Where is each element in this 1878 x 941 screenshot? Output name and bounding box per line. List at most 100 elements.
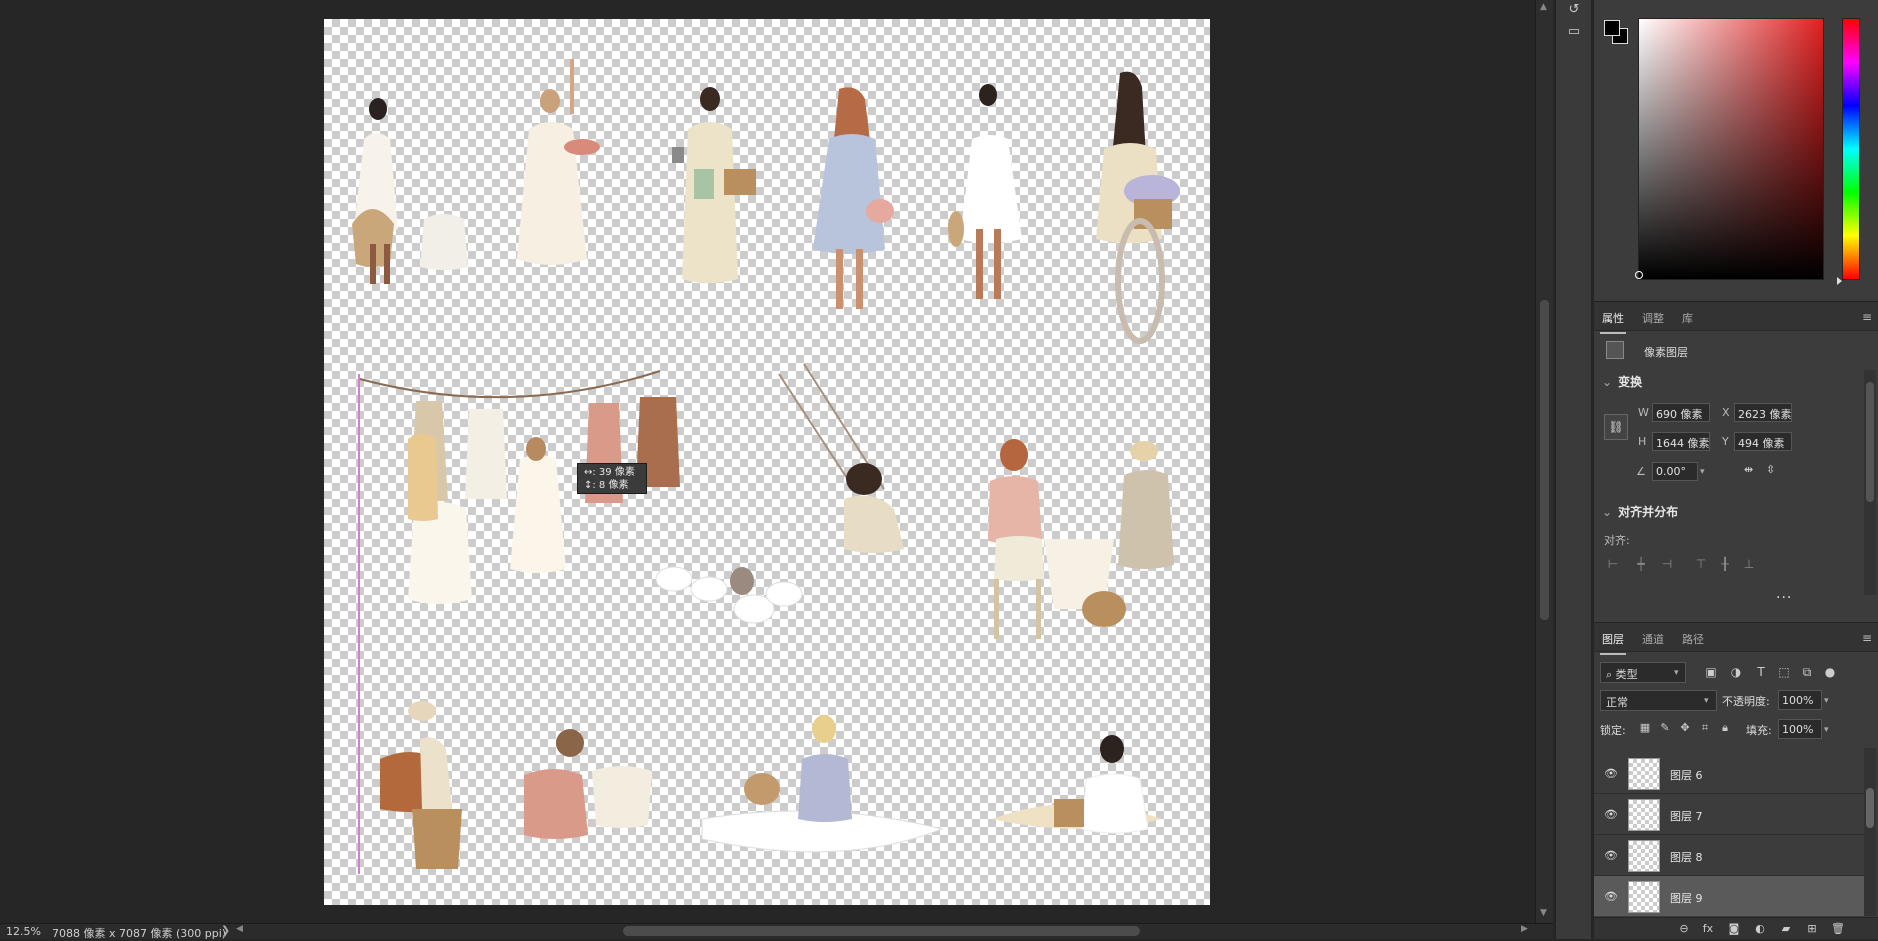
swing-figure: [778, 363, 904, 553]
lock-paint-icon[interactable]: ✎: [1658, 721, 1672, 735]
collapse-chevron-icon[interactable]: ⌄: [1602, 505, 1612, 519]
lock-position-icon[interactable]: ✥: [1678, 721, 1692, 735]
status-menu-chevron-icon[interactable]: ❯: [221, 924, 230, 937]
visibility-eye-icon[interactable]: 👁︎: [1604, 849, 1618, 862]
tab-layers[interactable]: 图层: [1600, 631, 1626, 655]
visibility-eye-icon[interactable]: 👁︎: [1604, 767, 1618, 780]
filter-dropdown-icon[interactable]: ▾: [1674, 668, 1679, 678]
height-field[interactable]: 1644 像素: [1652, 432, 1710, 451]
align-left-icon[interactable]: ⊢: [1606, 557, 1620, 571]
flip-horizontal-icon[interactable]: ⇹: [1744, 463, 1753, 476]
blend-dropdown-icon[interactable]: ▾: [1704, 696, 1709, 706]
figure-row1-3: [672, 87, 756, 283]
tab-properties[interactable]: 属性: [1600, 310, 1626, 334]
align-middle-v-icon[interactable]: ╂: [1718, 557, 1732, 571]
more-options-icon[interactable]: ...: [1776, 586, 1792, 602]
align-top-icon[interactable]: ⊤: [1694, 557, 1708, 571]
canvas-horizontal-scrollbar[interactable]: ◀ ▶: [236, 924, 1536, 937]
pixel-layer-icon: [1606, 341, 1624, 359]
filter-toggle-icon[interactable]: ●: [1823, 665, 1837, 679]
opacity-field[interactable]: 100%: [1778, 690, 1822, 710]
color-saturation-field[interactable]: [1635, 18, 1824, 280]
selection-guide-line: [358, 374, 360, 874]
angle-icon: ∠: [1636, 465, 1646, 478]
fill-dropdown-icon[interactable]: ▾: [1824, 725, 1829, 735]
align-right-icon[interactable]: ⊣: [1660, 557, 1674, 571]
delete-layer-icon[interactable]: 🗑︎: [1830, 922, 1846, 936]
lock-transparent-icon[interactable]: ▦: [1638, 721, 1652, 735]
hue-slider[interactable]: [1837, 18, 1860, 285]
layer-name[interactable]: 图层 9: [1670, 890, 1703, 906]
scroll-right-icon[interactable]: ▶: [1521, 924, 1528, 934]
figure-row1-6: [1096, 71, 1180, 344]
foreground-color-swatch[interactable]: [1604, 20, 1620, 36]
angle-field[interactable]: 0.00°: [1652, 462, 1698, 481]
filter-shape-icon[interactable]: ⬚: [1777, 665, 1791, 679]
tab-adjustments[interactable]: 调整: [1642, 310, 1664, 326]
align-center-h-icon[interactable]: ┿: [1634, 557, 1648, 571]
document-canvas[interactable]: ↔: 39 像素 ↕: 8 像素: [324, 19, 1210, 905]
filter-smart-object-icon[interactable]: ⧉: [1800, 665, 1814, 679]
link-layers-icon[interactable]: ⊖: [1676, 922, 1692, 936]
layer-name[interactable]: 图层 8: [1670, 849, 1703, 865]
layer-row[interactable]: 👁︎ 图层 8: [1594, 835, 1864, 876]
x-field[interactable]: 2623 像素: [1734, 403, 1792, 422]
layer-thumbnail[interactable]: [1628, 840, 1660, 872]
layer-row-selected[interactable]: 👁︎ 图层 9: [1594, 876, 1864, 916]
horizontal-scroll-thumb[interactable]: [623, 926, 1140, 936]
layers-list: 👁︎ 图层 6 👁︎ 图层 7 👁︎ 图层 8 👁︎ 图层 9: [1594, 748, 1864, 916]
comment-icon[interactable]: ▭: [1566, 24, 1582, 40]
y-field[interactable]: 494 像素: [1734, 432, 1792, 451]
new-layer-icon[interactable]: ⊞: [1804, 922, 1820, 936]
vertical-scroll-thumb[interactable]: [1540, 300, 1549, 620]
collapse-chevron-icon[interactable]: ⌄: [1602, 375, 1612, 389]
add-mask-icon[interactable]: ◙: [1726, 922, 1742, 936]
figure-row1-1: [352, 98, 468, 284]
scroll-left-icon[interactable]: ◀: [236, 924, 243, 934]
filter-adjustment-icon[interactable]: ◑: [1729, 665, 1743, 679]
lock-artboard-icon[interactable]: ⌗: [1698, 721, 1712, 735]
angle-dropdown-icon[interactable]: ▾: [1700, 467, 1705, 477]
canvas-vertical-scrollbar[interactable]: ▲ ▼: [1535, 0, 1553, 923]
scroll-down-icon[interactable]: ▼: [1540, 908, 1547, 918]
filter-pixel-icon[interactable]: ▣: [1704, 665, 1718, 679]
width-field[interactable]: 690 像素: [1652, 403, 1710, 422]
visibility-eye-icon[interactable]: 👁︎: [1604, 808, 1618, 821]
tab-libraries[interactable]: 库: [1682, 310, 1693, 326]
layer-thumbnail[interactable]: [1628, 881, 1660, 913]
layer-type-label: 像素图层: [1644, 346, 1688, 359]
scroll-up-icon[interactable]: ▲: [1540, 2, 1547, 12]
layer-name[interactable]: 图层 6: [1670, 767, 1703, 783]
layers-menu-icon[interactable]: ≡: [1862, 631, 1872, 645]
layer-thumbnail[interactable]: [1628, 758, 1660, 790]
transform-section-header[interactable]: ⌄ 变换: [1602, 373, 1642, 390]
tab-paths[interactable]: 路径: [1682, 631, 1704, 647]
layers-scroll-thumb[interactable]: [1866, 788, 1874, 828]
flip-vertical-icon[interactable]: ⇳: [1766, 463, 1775, 476]
history-icon[interactable]: ↺: [1566, 2, 1582, 18]
properties-menu-icon[interactable]: ≡: [1862, 310, 1872, 324]
fill-field[interactable]: 100%: [1778, 719, 1822, 739]
layer-row[interactable]: 👁︎ 图层 7: [1594, 794, 1864, 835]
align-bottom-icon[interactable]: ⊥: [1742, 557, 1756, 571]
layers-scrollbar[interactable]: [1864, 748, 1876, 916]
properties-scroll-thumb[interactable]: [1866, 382, 1874, 502]
zoom-level[interactable]: 12.5%: [6, 925, 41, 938]
filter-type-icon[interactable]: T: [1754, 665, 1768, 679]
properties-scrollbar[interactable]: [1864, 370, 1876, 595]
opacity-dropdown-icon[interactable]: ▾: [1824, 696, 1829, 706]
hue-slider-marker[interactable]: [1837, 277, 1842, 285]
layer-thumbnail[interactable]: [1628, 799, 1660, 831]
new-adjustment-layer-icon[interactable]: ◐: [1752, 922, 1768, 936]
tab-channels[interactable]: 通道: [1642, 631, 1664, 647]
lock-all-icon[interactable]: 🔒︎: [1718, 721, 1732, 735]
blend-mode-select[interactable]: 正常: [1600, 690, 1717, 711]
align-section-header[interactable]: ⌄ 对齐并分布: [1602, 503, 1678, 520]
link-dimensions-icon[interactable]: ⛓: [1604, 414, 1628, 440]
layer-row[interactable]: 👁︎ 图层 6: [1594, 753, 1864, 794]
layer-effects-icon[interactable]: fx: [1700, 922, 1716, 936]
visibility-eye-icon[interactable]: 👁︎: [1604, 890, 1618, 903]
color-picker-cursor[interactable]: [1635, 271, 1643, 279]
new-group-icon[interactable]: ▰: [1778, 922, 1794, 936]
layer-name[interactable]: 图层 7: [1670, 808, 1703, 824]
